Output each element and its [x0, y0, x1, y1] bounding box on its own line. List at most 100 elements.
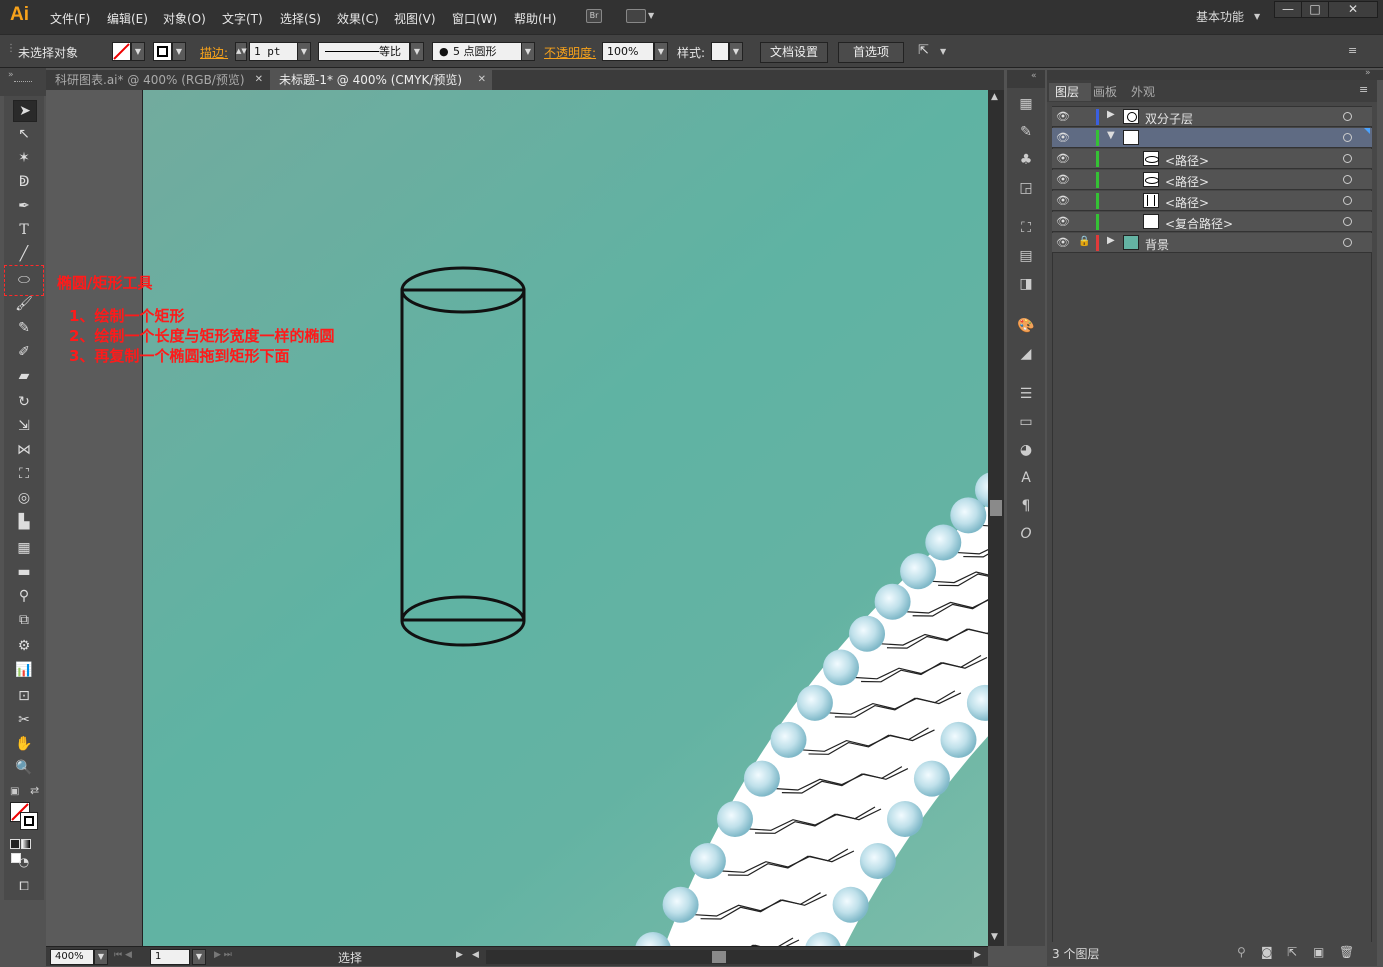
make-clipping-mask-icon[interactable]: ◙ [1261, 945, 1273, 959]
tab-document-1[interactable]: 科研图表.ai* @ 400% (RGB/预览) ✕ [46, 70, 269, 90]
draw-mode-icon[interactable]: ◔ [13, 852, 35, 872]
canvas[interactable]: 椭圆/矩形工具 1、绘制一个矩形 2、绘制一个长度与矩形宽度一样的椭圆 3、再复… [46, 90, 988, 946]
selection-tool-icon[interactable]: ➤ [13, 100, 37, 122]
play-icon[interactable]: ▶ [456, 950, 463, 960]
shape-builder-tool-icon[interactable]: ◎ [13, 488, 35, 508]
chevron-down-icon[interactable]: ▼ [648, 11, 654, 20]
column-graph-tool-icon[interactable]: 📊 [13, 660, 35, 680]
page-input[interactable]: 1 [150, 949, 190, 965]
scroll-thumb[interactable] [990, 500, 1002, 516]
gradient-panel-icon[interactable]: ▭ [1016, 412, 1036, 432]
symbol-sprayer-tool-icon[interactable]: ⚙ [13, 636, 35, 656]
target-circle-icon[interactable] [1343, 217, 1352, 226]
layer-row[interactable]: 👁 <路径> [1052, 191, 1372, 211]
chevron-down-icon[interactable]: ▼ [521, 42, 535, 61]
chevron-down-icon[interactable]: ▼ [94, 949, 108, 965]
eyedropper-tool-icon[interactable]: ⚲ [13, 586, 35, 606]
fill-swatch[interactable] [112, 42, 131, 61]
character-panel-icon[interactable]: A [1016, 468, 1036, 488]
menu-object[interactable]: 对象(O) [163, 10, 206, 27]
opacity-input[interactable]: 100% [602, 42, 654, 61]
scroll-up-icon[interactable]: ▲ [991, 92, 998, 102]
collapse-icon[interactable]: « [1031, 71, 1037, 81]
menu-effect[interactable]: 效果(C) [337, 10, 379, 27]
tab-document-2[interactable]: 未标题-1* @ 400% (CMYK/预览) ✕ [270, 70, 492, 90]
swap-colors-icon[interactable]: ⇄ [30, 784, 39, 797]
stroke-color-swatch[interactable] [20, 812, 38, 830]
graphic-styles-panel-icon[interactable]: ◲ [1016, 178, 1036, 198]
document-setup-button[interactable]: 文档设置 [760, 42, 828, 63]
scroll-down-icon[interactable]: ▼ [991, 932, 998, 942]
preferences-button[interactable]: 首选项 [838, 42, 904, 63]
lock-icon[interactable]: 🔒 [1078, 236, 1090, 247]
menu-help[interactable]: 帮助(H) [514, 10, 556, 27]
artboard-tool-icon[interactable]: ⊡ [13, 686, 35, 706]
chevron-down-icon[interactable]: ▼ [940, 47, 946, 56]
visibility-eye-icon[interactable]: 👁 [1056, 152, 1070, 165]
expand-triangle-icon[interactable]: ▶ [1107, 109, 1115, 120]
panel-menu-icon[interactable]: ≡ [1348, 44, 1357, 57]
target-circle-icon[interactable] [1343, 175, 1352, 184]
chevron-down-icon[interactable]: ▼ [654, 42, 668, 61]
chevron-down-icon[interactable]: ▼ [192, 949, 206, 965]
layer-row[interactable]: 👁 ▼ [1052, 128, 1372, 148]
visibility-eye-icon[interactable]: 👁 [1056, 194, 1070, 207]
brush-select[interactable]: ● 5 点圆形 [432, 42, 522, 61]
screen-mode-icon[interactable]: ⧠ [13, 876, 35, 896]
color-guide-panel-icon[interactable]: ◢ [1016, 344, 1036, 364]
pathfinder-panel-icon[interactable]: ◨ [1016, 274, 1036, 294]
minimize-button[interactable]: — [1274, 1, 1302, 18]
rotate-tool-icon[interactable]: ↻ [13, 392, 35, 412]
layer-name[interactable]: <复合路径> [1165, 215, 1233, 232]
target-circle-icon[interactable] [1343, 238, 1352, 247]
locate-object-icon[interactable]: ⚲ [1237, 945, 1246, 959]
tab-appearance[interactable]: 外观 [1131, 83, 1155, 101]
chevron-down-icon[interactable]: ▼ [1254, 12, 1260, 21]
magic-wand-tool-icon[interactable]: ✶ [13, 148, 35, 168]
layer-name[interactable]: 背景 [1145, 236, 1169, 253]
stroke-label[interactable]: 描边: [200, 44, 228, 61]
stroke-panel-icon[interactable]: ☰ [1016, 384, 1036, 404]
chevron-down-icon[interactable]: ▼ [410, 42, 424, 61]
new-sublayer-icon[interactable]: ⇱ [1287, 945, 1297, 959]
mesh-tool-icon[interactable]: ▦ [13, 538, 35, 558]
target-circle-icon[interactable] [1343, 133, 1352, 142]
zoom-input[interactable]: 400% [50, 949, 94, 965]
maximize-button[interactable]: □ [1301, 1, 1329, 18]
chevron-down-icon[interactable]: ▼ [297, 42, 311, 61]
stroke-profile-select[interactable]: 等比 [318, 42, 410, 61]
layer-row[interactable]: 👁 ▶ 双分子层 [1052, 107, 1372, 127]
collapse-icon[interactable]: » [1365, 68, 1371, 78]
paragraph-panel-icon[interactable]: ¶ [1016, 496, 1036, 516]
opentype-panel-icon[interactable]: O [1016, 524, 1036, 544]
layer-row[interactable]: 👁 <路径> [1052, 149, 1372, 169]
layer-row[interactable]: 👁 🔒 ▶ 背景 [1052, 233, 1372, 253]
next-page-icon[interactable]: ▶ ⏭ [214, 950, 232, 960]
scale-tool-icon[interactable]: ⇲ [13, 416, 35, 436]
expand-triangle-icon[interactable]: ▶ [1107, 235, 1115, 246]
workspace-switcher[interactable]: 基本功能 [1196, 8, 1244, 25]
menu-edit[interactable]: 编辑(E) [107, 10, 148, 27]
menu-window[interactable]: 窗口(W) [452, 10, 497, 27]
blob-brush-tool-icon[interactable]: ✐ [13, 342, 35, 362]
width-tool-icon[interactable]: ⋈ [13, 440, 35, 460]
first-page-icon[interactable]: ⏮ ◀ [114, 950, 132, 960]
arrange-documents-icon[interactable] [626, 9, 646, 23]
paintbrush-tool-icon[interactable]: 🖌 [13, 294, 35, 314]
perspective-grid-tool-icon[interactable]: ▙ [13, 512, 35, 532]
color-panel-icon[interactable]: 🎨 [1016, 316, 1036, 336]
opacity-label[interactable]: 不透明度: [544, 44, 596, 61]
delete-layer-icon[interactable]: 🗑 [1339, 945, 1354, 959]
gradient-tool-icon[interactable]: ▬ [13, 562, 35, 582]
default-colors-icon[interactable]: ▣ [10, 786, 19, 797]
collapse-triangle-icon[interactable]: ▼ [1107, 130, 1115, 141]
pencil-tool-icon[interactable]: ✎ [13, 318, 35, 338]
tab-artboards[interactable]: 画板 [1093, 83, 1117, 101]
free-transform-tool-icon[interactable]: ⛶ [13, 464, 35, 484]
chevron-down-icon[interactable]: ▼ [131, 42, 145, 61]
chevron-down-icon[interactable]: ▼ [172, 42, 186, 61]
align-panel-icon[interactable]: ▤ [1016, 246, 1036, 266]
menu-view[interactable]: 视图(V) [394, 10, 436, 27]
bridge-icon[interactable]: Br [586, 9, 602, 23]
target-circle-icon[interactable] [1343, 196, 1352, 205]
